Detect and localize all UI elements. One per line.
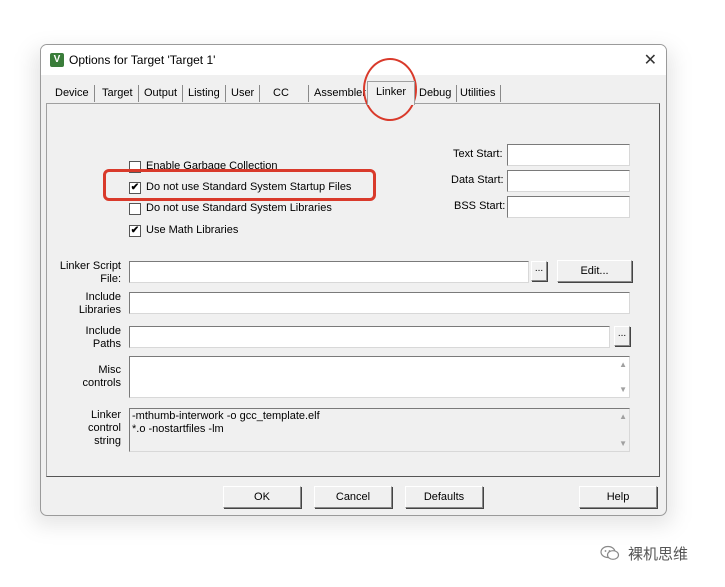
no-stdlib-checkbox[interactable] (129, 203, 141, 215)
scroll-up-icon[interactable]: ▲ (619, 412, 627, 421)
math-lib-checkbox[interactable]: ✔ (129, 225, 141, 237)
scroll-up-icon[interactable]: ▲ (619, 360, 627, 369)
include-libraries-label: Include Libraries (51, 291, 121, 317)
window-title: Options for Target 'Target 1' (69, 53, 216, 67)
ok-button[interactable]: OK (223, 486, 301, 508)
highlight-rectangle (103, 169, 376, 201)
text-start-label: Text Start: (453, 148, 503, 160)
linker-script-browse-button[interactable]: ... (531, 261, 547, 281)
misc-controls-text (130, 357, 629, 359)
linker-control-label: Linker control string (51, 409, 121, 448)
tab-target[interactable]: Target (97, 85, 139, 102)
include-paths-browse-button[interactable]: ... (614, 326, 630, 346)
misc-controls-label-line2: controls (82, 377, 121, 389)
linker-control-label-line2: control (87, 422, 121, 434)
options-dialog: V Options for Target 'Target 1' ✕ Device… (40, 44, 667, 516)
include-libraries-label-line2: Libraries (78, 304, 121, 316)
tab-listing[interactable]: Listing (183, 85, 226, 102)
tab-linker[interactable]: Linker (367, 81, 415, 105)
scroll-down-icon[interactable]: ▼ (619, 439, 627, 448)
data-start-label: Data Start: (451, 174, 504, 186)
math-lib-label: Use Math Libraries (146, 224, 239, 236)
include-paths-label-line2: Paths (92, 338, 121, 350)
defaults-button[interactable]: Defaults (405, 486, 483, 508)
text-start-field[interactable] (507, 144, 630, 166)
tab-output[interactable]: Output (139, 85, 184, 102)
include-libraries-field[interactable] (129, 292, 630, 314)
linker-script-field[interactable] (129, 261, 529, 283)
linker-script-label-line2: File: (100, 273, 121, 285)
misc-controls-label: Misc controls (51, 364, 121, 390)
linker-control-label-line3: string (94, 435, 121, 447)
linker-script-label: Linker Script File: (51, 260, 121, 286)
include-libraries-label-line1: Include (85, 291, 121, 303)
cancel-button[interactable]: Cancel (314, 486, 392, 508)
tab-user[interactable]: User (226, 85, 261, 102)
keil-app-icon: V (50, 53, 64, 67)
linker-control-text: -mthumb-interwork -o gcc_template.elf *.… (132, 410, 320, 435)
bss-start-label: BSS Start: (454, 200, 506, 212)
misc-controls-field[interactable]: ▲ ▼ (129, 356, 630, 398)
wechat-icon (600, 545, 620, 560)
include-paths-field[interactable] (129, 326, 610, 348)
linker-control-label-line1: Linker (91, 409, 121, 421)
tab-assembler[interactable]: Assembler (309, 85, 371, 102)
data-start-field[interactable] (507, 170, 630, 192)
include-paths-label-line1: Include (85, 325, 121, 337)
watermark-text: 裸机思维 (628, 546, 689, 563)
include-paths-label: Include Paths (51, 325, 121, 351)
scroll-down-icon[interactable]: ▼ (619, 385, 627, 394)
bss-start-field[interactable] (507, 196, 630, 218)
tab-utilities[interactable]: Utilities (455, 85, 502, 102)
help-button[interactable]: Help (579, 486, 657, 508)
edit-button[interactable]: Edit... (557, 260, 632, 282)
close-icon[interactable]: ✕ (644, 50, 657, 70)
no-stdlib-label: Do not use Standard System Libraries (146, 202, 332, 214)
linker-control-field[interactable]: -mthumb-interwork -o gcc_template.elf *.… (129, 408, 630, 452)
tab-device[interactable]: Device (50, 85, 95, 102)
tab-debug[interactable]: Debug (414, 85, 458, 102)
linker-script-label-line1: Linker Script (59, 260, 121, 272)
tab-cc[interactable]: CC (268, 85, 309, 102)
title-bar: V Options for Target 'Target 1' ✕ (41, 45, 666, 75)
misc-controls-label-line1: Misc (98, 364, 121, 376)
